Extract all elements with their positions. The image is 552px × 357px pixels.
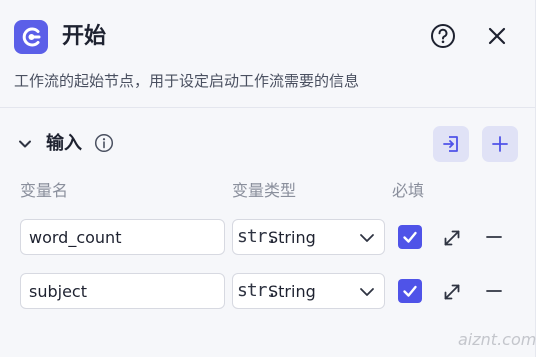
chevron-down-icon xyxy=(360,288,374,296)
info-circle-icon[interactable] xyxy=(94,133,114,153)
check-icon xyxy=(403,231,417,243)
column-header-name: 变量名 xyxy=(20,181,69,200)
close-icon[interactable] xyxy=(485,24,509,48)
check-icon xyxy=(403,285,417,297)
chevron-down-icon xyxy=(360,234,374,242)
play-circle-icon xyxy=(14,20,48,54)
chevron-down-icon[interactable] xyxy=(16,135,34,153)
input-section-header: 输入 xyxy=(0,125,535,165)
expand-icon[interactable] xyxy=(441,281,463,303)
import-button[interactable] xyxy=(433,126,469,162)
variable-name-input[interactable] xyxy=(20,273,225,309)
minus-icon[interactable] xyxy=(484,227,504,247)
import-icon xyxy=(443,136,458,152)
required-checkbox[interactable] xyxy=(398,279,422,303)
variable-type-label: String xyxy=(268,228,316,247)
question-circle-icon[interactable] xyxy=(430,23,456,49)
node-description: 工作流的起始节点，用于设定启动工作流需要的信息 xyxy=(14,72,360,90)
start-node-panel: 开始 工作流的起始节点，用于设定启动工作流需要的信息 输入 变量名 变量类型 必… xyxy=(0,0,536,357)
panel-header: 开始 工作流的起始节点，用于设定启动工作流需要的信息 xyxy=(0,0,535,108)
variable-type-select[interactable]: str. String xyxy=(232,219,385,255)
add-variable-button[interactable] xyxy=(482,126,518,162)
variable-type-label: String xyxy=(268,282,316,301)
node-title: 开始 xyxy=(62,24,107,49)
plus-icon xyxy=(492,136,508,152)
column-header-required: 必填 xyxy=(392,181,425,200)
minus-icon[interactable] xyxy=(484,281,504,301)
column-header-type: 变量类型 xyxy=(232,181,297,200)
expand-icon[interactable] xyxy=(441,227,463,249)
variable-row: str. String xyxy=(0,219,535,257)
watermark: aiznt.com xyxy=(458,330,537,349)
variable-name-input[interactable] xyxy=(20,219,225,255)
required-checkbox[interactable] xyxy=(398,225,422,249)
variable-type-select[interactable]: str. String xyxy=(232,273,385,309)
variable-row: str. String xyxy=(0,273,535,311)
input-section-title: 输入 xyxy=(46,133,82,154)
